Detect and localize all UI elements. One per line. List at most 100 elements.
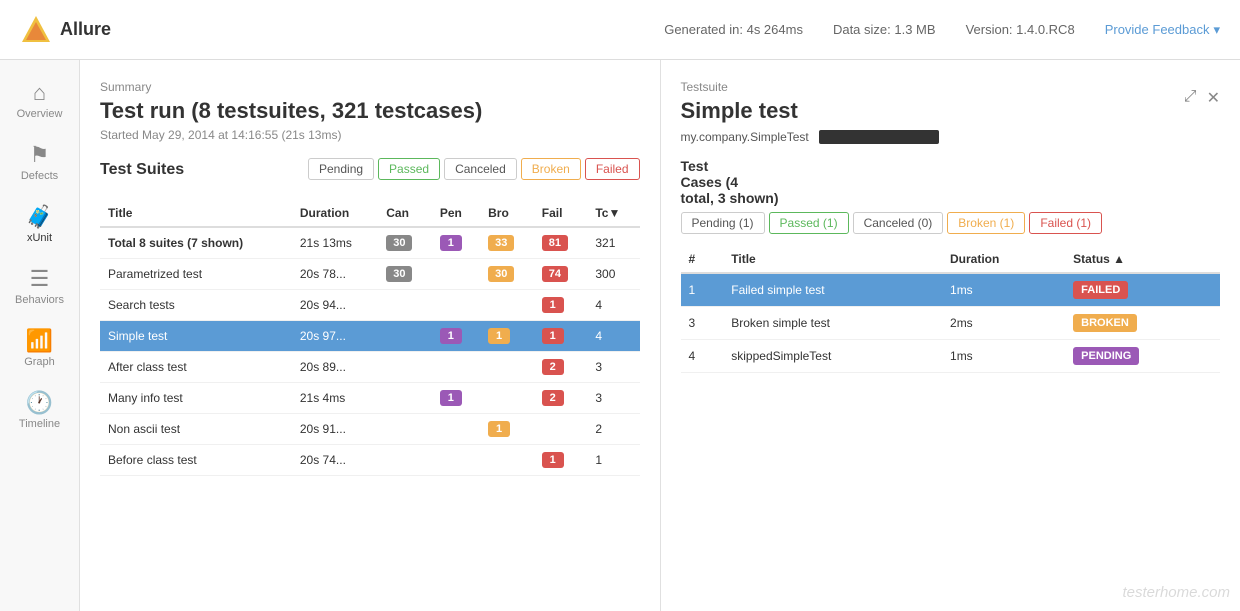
row-pending: 1 (432, 321, 480, 352)
row-broken (480, 352, 534, 383)
tc-section-title: TestCases (4total, 3 shown) (681, 158, 1221, 206)
filter-failed[interactable]: Failed (585, 158, 640, 180)
table-row[interactable]: Simple test20s 97...1114 (100, 321, 640, 352)
col-tc: Tc▼ (587, 200, 639, 227)
row-canceled (378, 352, 432, 383)
app-header: Allure Generated in: 4s 264ms Data size:… (0, 0, 1240, 60)
row-failed: 1 (534, 290, 588, 321)
row-duration: 20s 89... (292, 352, 378, 383)
filter-broken[interactable]: Broken (521, 158, 581, 180)
row-duration: 21s 4ms (292, 383, 378, 414)
row-pending: 1 (432, 383, 480, 414)
sidebar-item-overview[interactable]: ⌂ Overview (0, 70, 79, 132)
badge-canceled: 30 (386, 266, 412, 282)
row-duration: 20s 94... (292, 290, 378, 321)
row-pending (432, 414, 480, 445)
tc-filter-pending[interactable]: Pending (1) (681, 212, 765, 234)
badge-broken: 1 (488, 328, 510, 344)
tc-title: Broken simple test (723, 307, 942, 340)
tc-row[interactable]: 3Broken simple test2msBROKEN (681, 307, 1221, 340)
col-fail: Fail (534, 200, 588, 227)
sidebar-item-xunit[interactable]: 🧳 xUnit (0, 194, 79, 256)
sidebar-label-overview: Overview (17, 108, 63, 120)
sidebar: ⌂ Overview ⚑ Defects 🧳 xUnit ☰ Behaviors… (0, 60, 80, 611)
row-broken: 30 (480, 259, 534, 290)
row-title: Simple test (100, 321, 292, 352)
col-title: Title (100, 200, 292, 227)
close-icon[interactable]: ✕ (1207, 88, 1220, 108)
table-row[interactable]: After class test20s 89...23 (100, 352, 640, 383)
col-duration: Duration (292, 200, 378, 227)
row-broken: 1 (480, 414, 534, 445)
table-header-row: Title Duration Can Pen Bro Fail Tc▼ (100, 200, 640, 227)
table-row[interactable]: Search tests20s 94...14 (100, 290, 640, 321)
row-broken (480, 383, 534, 414)
tc-row[interactable]: 4skippedSimpleTest1msPENDING (681, 340, 1221, 373)
row-canceled (378, 290, 432, 321)
tc-col-duration: Duration (942, 246, 1065, 273)
expand-icon[interactable]: ⤢ (1184, 88, 1197, 108)
row-failed: 81 (534, 227, 588, 259)
header-meta: Generated in: 4s 264ms Data size: 1.3 MB… (664, 22, 1220, 38)
badge-failed: 74 (542, 266, 568, 282)
sidebar-item-behaviors[interactable]: ☰ Behaviors (0, 256, 79, 318)
tc-filter-broken[interactable]: Broken (1) (947, 212, 1025, 234)
row-broken (480, 445, 534, 476)
sidebar-label-behaviors: Behaviors (15, 294, 64, 306)
badge-broken: 1 (488, 421, 510, 437)
table-row[interactable]: Non ascii test20s 91...12 (100, 414, 640, 445)
sidebar-label-timeline: Timeline (19, 418, 60, 430)
table-row[interactable]: Total 8 suites (7 shown)21s 13ms30133813… (100, 227, 640, 259)
tc-duration: 2ms (942, 307, 1065, 340)
tc-row[interactable]: 1Failed simple test1msFAILED (681, 273, 1221, 307)
app-name: Allure (60, 19, 111, 40)
tc-filter-failed[interactable]: Failed (1) (1029, 212, 1102, 234)
row-failed: 1 (534, 321, 588, 352)
table-row[interactable]: Many info test21s 4ms 1 23 (100, 383, 640, 414)
badge-failed: 2 (542, 359, 564, 375)
tc-status-badge: BROKEN (1073, 314, 1137, 332)
badge-broken: 33 (488, 235, 514, 251)
tc-header-row: # Title Duration Status ▲ (681, 246, 1221, 273)
version-info: Version: 1.4.0.RC8 (966, 22, 1075, 37)
tc-status-badge: FAILED (1073, 281, 1128, 299)
sidebar-item-graph[interactable]: 📶 Graph (0, 318, 79, 380)
table-row[interactable]: Before class test20s 74...11 (100, 445, 640, 476)
row-total: 4 (587, 290, 639, 321)
table-row[interactable]: Parametrized test20s 78...303074300 (100, 259, 640, 290)
row-total: 300 (587, 259, 639, 290)
row-failed: 74 (534, 259, 588, 290)
tc-filter-canceled[interactable]: Canceled (0) (853, 212, 944, 234)
sidebar-item-defects[interactable]: ⚑ Defects (0, 132, 79, 194)
tc-col-title: Title (723, 246, 942, 273)
tc-filter-passed[interactable]: Passed (1) (769, 212, 849, 234)
badge-pending: 1 (440, 328, 462, 344)
tc-status: PENDING (1065, 340, 1220, 373)
tc-col-status: Status ▲ (1065, 246, 1220, 273)
summary-subtitle: Started May 29, 2014 at 14:16:55 (21s 13… (100, 128, 640, 142)
defects-icon: ⚑ (30, 144, 50, 166)
col-pen: Pen (432, 200, 480, 227)
row-total: 2 (587, 414, 639, 445)
data-size-info: Data size: 1.3 MB (833, 22, 936, 37)
row-title: Many info test (100, 383, 292, 414)
tc-num: 1 (681, 273, 724, 307)
filter-pending[interactable]: Pending (308, 158, 374, 180)
behaviors-icon: ☰ (30, 268, 50, 290)
filter-passed[interactable]: Passed (378, 158, 440, 180)
row-pending (432, 290, 480, 321)
row-total: 3 (587, 383, 639, 414)
row-total: 1 (587, 445, 639, 476)
row-duration: 21s 13ms (292, 227, 378, 259)
left-panel: Summary Test run (8 testsuites, 321 test… (80, 60, 661, 611)
xunit-icon: 🧳 (26, 206, 53, 228)
row-failed: 2 (534, 383, 588, 414)
row-failed: 2 (534, 352, 588, 383)
tc-title: Failed simple test (723, 273, 942, 307)
provide-feedback-button[interactable]: Provide Feedback ▾ (1105, 22, 1220, 38)
filter-canceled[interactable]: Canceled (444, 158, 517, 180)
row-canceled (378, 445, 432, 476)
suites-tbody: Total 8 suites (7 shown)21s 13ms30133813… (100, 227, 640, 476)
summary-title: Test run (8 testsuites, 321 testcases) (100, 98, 640, 124)
sidebar-item-timeline[interactable]: 🕐 Timeline (0, 380, 79, 442)
